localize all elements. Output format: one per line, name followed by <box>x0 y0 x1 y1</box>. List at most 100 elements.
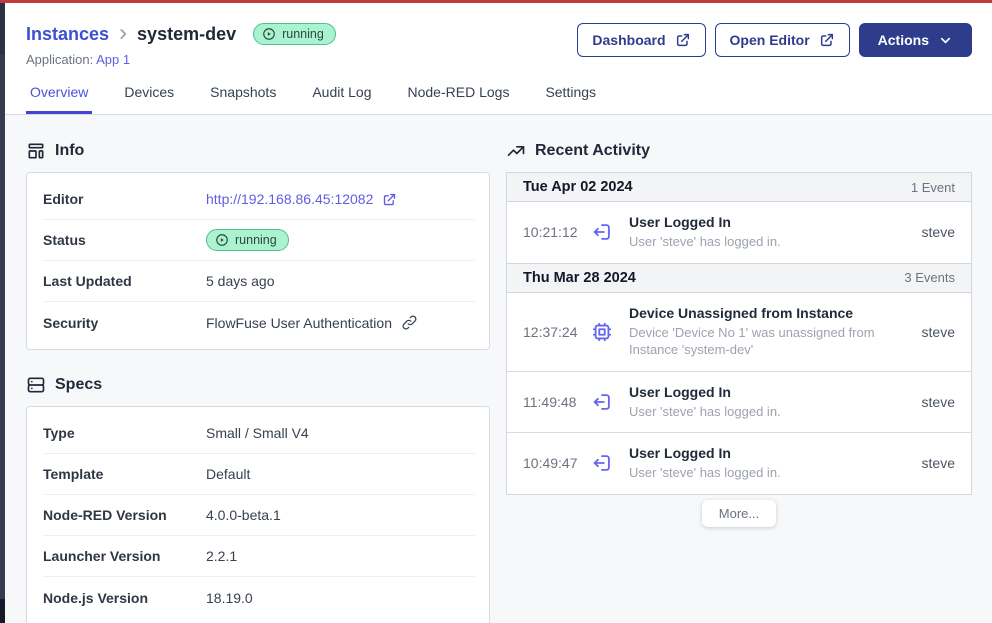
row-type: TypeSmall / Small V4 <box>43 413 475 454</box>
activity-table: Tue Apr 02 2024 1 Event 10:21:12 User Logge… <box>506 172 972 495</box>
play-circle-icon <box>215 233 229 247</box>
application-label: Application: <box>26 52 93 67</box>
row-value: FlowFuse User Authentication <box>206 314 418 331</box>
row-node-red-version: Node-RED Version4.0.0-beta.1 <box>43 495 475 536</box>
activity-date-header: Tue Apr 02 2024 1 Event <box>507 173 971 202</box>
main-window: Instances system-dev running Application… <box>5 3 992 623</box>
info-card: Editorhttp://192.168.86.45:12082 Status ru… <box>26 172 490 350</box>
specs-section-title: Specs <box>55 376 102 394</box>
tab-overview[interactable]: Overview <box>26 84 92 114</box>
row-template: TemplateDefault <box>43 454 475 495</box>
application-link[interactable]: App 1 <box>96 52 130 67</box>
row-last-updated: Last Updated5 days ago <box>43 261 475 302</box>
row-value: Default <box>206 466 250 482</box>
specs-card: TypeSmall / Small V4TemplateDefaultNode-… <box>26 406 490 623</box>
status-badge-label: running <box>235 233 277 247</box>
nodejs-version-value: 18.19.0 <box>206 590 253 606</box>
tab-settings[interactable]: Settings <box>541 84 600 114</box>
event-title: User Logged In <box>629 445 910 461</box>
external-link-icon <box>819 32 835 48</box>
dashboard-button[interactable]: Dashboard <box>577 23 705 57</box>
collapsed-sidebar-strip <box>0 3 5 623</box>
specs-section: Specs TypeSmall / Small V4TemplateDefaul… <box>26 375 490 623</box>
activity-event-row: 11:49:48 User Logged In User 'steve' has l… <box>507 372 971 434</box>
trending-up-icon <box>506 141 526 161</box>
activity-event-count: 3 Events <box>904 270 955 285</box>
chain-link-icon[interactable] <box>401 314 418 331</box>
tab-node-red-logs[interactable]: Node-RED Logs <box>404 84 514 114</box>
info-section-title: Info <box>55 142 84 160</box>
actions-button[interactable]: Actions <box>859 23 972 57</box>
more-button[interactable]: More... <box>702 500 776 527</box>
security-value: FlowFuse User Authentication <box>206 315 392 331</box>
event-title: Device Unassigned from Instance <box>629 305 910 321</box>
row-value: Small / Small V4 <box>206 425 309 441</box>
top-edge-red-bar <box>0 0 992 3</box>
editor-link[interactable]: http://192.168.86.45:12082 <box>206 191 397 207</box>
breadcrumb-link-instances[interactable]: Instances <box>26 24 109 45</box>
event-user: steve <box>922 455 955 471</box>
external-link-icon <box>675 32 691 48</box>
login-icon <box>591 221 615 243</box>
server-icon <box>26 375 46 395</box>
row-label: Node.js Version <box>43 590 206 606</box>
open-editor-button[interactable]: Open Editor <box>715 23 850 57</box>
row-nodejs-version: Node.js Version18.19.0 <box>43 577 475 618</box>
row-editor: Editorhttp://192.168.86.45:12082 <box>43 179 475 220</box>
event-user: steve <box>922 324 955 340</box>
event-description: User 'steve' has logged in. <box>629 233 910 251</box>
event-body: Device Unassigned from Instance Device 'D… <box>629 303 910 361</box>
page-content: Info Editorhttp://192.168.86.45:12082Sta… <box>5 115 992 623</box>
row-value: running <box>206 229 289 251</box>
tab-devices[interactable]: Devices <box>120 84 178 114</box>
activity-event-row: 12:37:24Device Unassigned from InstanceD… <box>507 293 971 372</box>
event-user: steve <box>922 394 955 410</box>
node-red-version-value: 4.0.0-beta.1 <box>206 507 281 523</box>
row-label: Status <box>43 232 206 248</box>
event-body: User Logged In User 'steve' has logged in… <box>629 443 910 484</box>
sidebar-strip-segment <box>0 3 5 55</box>
external-link-icon <box>382 192 397 207</box>
status-badge: running <box>253 23 336 45</box>
event-title: User Logged In <box>629 384 910 400</box>
activity-date-header: Thu Mar 28 2024 3 Events <box>507 264 971 293</box>
event-user: steve <box>922 224 955 240</box>
event-description: User 'steve' has logged in. <box>629 403 910 421</box>
event-time: 10:49:47 <box>523 455 583 471</box>
activity-date: Tue Apr 02 2024 <box>523 179 633 195</box>
row-label: Editor <box>43 191 206 207</box>
row-label: Node-RED Version <box>43 507 206 523</box>
row-label: Launcher Version <box>43 548 206 564</box>
activity-event-count: 1 Event <box>911 180 955 195</box>
row-status: Status running <box>43 220 475 261</box>
recent-activity-title: Recent Activity <box>535 142 650 160</box>
row-label: Template <box>43 466 206 482</box>
event-time: 10:21:12 <box>523 224 583 240</box>
info-section: Info Editorhttp://192.168.86.45:12082Sta… <box>26 141 490 350</box>
row-value: 18.19.0 <box>206 590 253 606</box>
row-label: Security <box>43 315 206 331</box>
recent-activity-section: Recent Activity Tue Apr 02 2024 1 Event 10… <box>506 141 972 527</box>
tab-snapshots[interactable]: Snapshots <box>206 84 280 114</box>
type-value: Small / Small V4 <box>206 425 309 441</box>
row-security: SecurityFlowFuse User Authentication <box>43 302 475 343</box>
row-launcher-version: Launcher Version2.2.1 <box>43 536 475 577</box>
breadcrumb: Instances system-dev running <box>26 23 336 45</box>
event-description: User 'steve' has logged in. <box>629 464 910 482</box>
row-label: Last Updated <box>43 273 206 289</box>
template-icon <box>26 141 46 161</box>
login-icon <box>591 452 615 474</box>
page-title: system-dev <box>137 24 236 45</box>
activity-date: Thu Mar 28 2024 <box>523 270 636 286</box>
chevron-down-icon <box>938 33 953 48</box>
open-editor-button-label: Open Editor <box>730 32 810 48</box>
sidebar-strip-segment <box>0 599 5 623</box>
status-badge: running <box>206 229 289 251</box>
row-value: 5 days ago <box>206 273 275 289</box>
chevron-right-icon <box>116 27 130 41</box>
login-icon <box>591 391 615 413</box>
event-description: Device 'Device No 1' was unassigned from… <box>629 324 910 359</box>
play-circle-icon <box>262 27 276 41</box>
event-time: 11:49:48 <box>523 394 583 410</box>
tab-audit-log[interactable]: Audit Log <box>308 84 375 114</box>
